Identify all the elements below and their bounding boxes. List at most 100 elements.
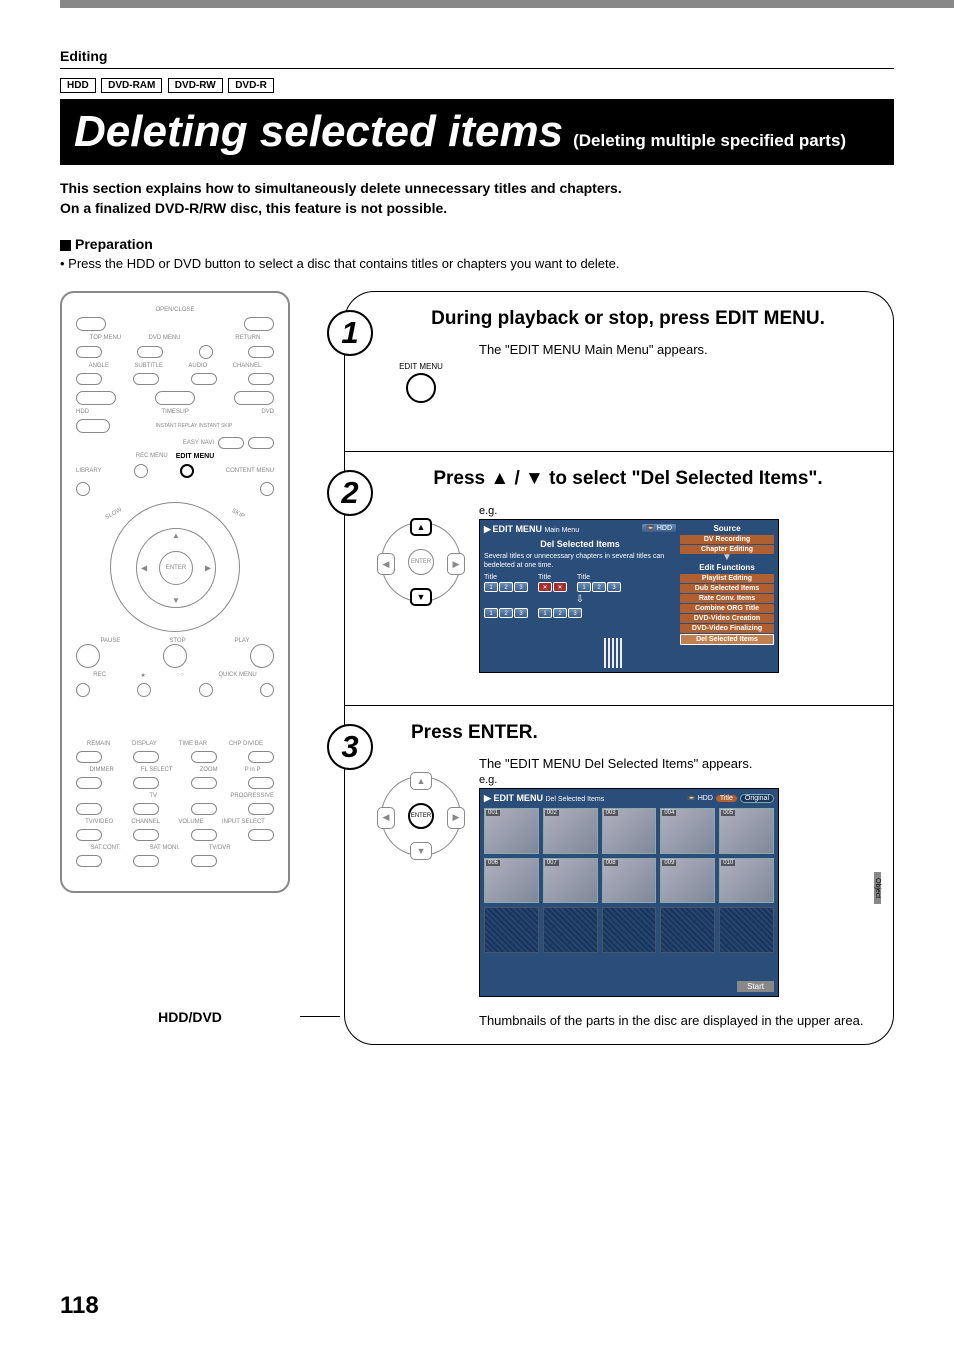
mark-button xyxy=(199,683,213,697)
osd1-sub: Main Menu xyxy=(544,527,579,534)
zoom-label: ZOOM xyxy=(200,767,218,773)
edit-menu-button-illustration: EDIT MENU xyxy=(381,362,461,403)
satcont-button xyxy=(76,855,102,867)
osd1-desc: Several titles or unnecessary chapters i… xyxy=(484,553,676,570)
osd1-arrow-icon: ▼ xyxy=(680,555,774,561)
dpad-right-icon: ▶ xyxy=(447,807,465,829)
open-close-label: OPEN/CLOSE xyxy=(76,307,274,313)
thumbnail: 004 xyxy=(660,808,715,854)
play-button xyxy=(250,644,274,668)
dpad-up-icon: ▲ xyxy=(410,518,432,536)
osd2-title-pill: Title xyxy=(716,795,737,802)
osd1-item: Combine ORG Title xyxy=(680,604,774,613)
osd-chip: 1 xyxy=(484,608,498,618)
down-arrow-icon: ▼ xyxy=(172,596,180,605)
thumbnail: 010 xyxy=(719,858,774,904)
thumbnail: 005 xyxy=(719,808,774,854)
dpad-illustration: ▲ ▼ ◀ ▶ ENTER xyxy=(381,522,461,602)
step-2-number: 2 xyxy=(327,470,373,516)
osd1-item: DV Recording xyxy=(680,535,774,544)
dpad-up-icon: ▲ xyxy=(410,772,432,790)
ch-down-button xyxy=(248,373,274,385)
tvvideo-label: TV/VIDEO xyxy=(85,819,113,825)
audio-label: AUDIO xyxy=(188,363,207,369)
osd1-item: DVD-Video Finalizing xyxy=(680,624,774,633)
tv-vol-down-button xyxy=(191,829,217,841)
osd-chip-del: ✕ xyxy=(553,582,567,592)
content-menu-button xyxy=(260,482,274,496)
play-label: PLAY xyxy=(235,638,250,644)
progressive-button xyxy=(248,803,274,815)
osd-chip: 2 xyxy=(499,608,513,618)
osd1-item-selected: Del Selected Items xyxy=(680,634,774,645)
eg-label-1: e.g. xyxy=(479,505,497,517)
tvdvr-label: TV/DVR xyxy=(209,845,231,851)
osd-chip: 1 xyxy=(484,582,498,592)
edit-menu-button xyxy=(180,464,194,478)
tv-ch-up-button xyxy=(133,803,159,815)
osd-chip-del: ✕ xyxy=(538,582,552,592)
osd1-brand: ▶ EDIT MENU xyxy=(484,524,544,534)
progressive-label: PROGRESSIVE xyxy=(230,793,274,799)
enter-button: ENTER xyxy=(159,551,193,585)
remain-label: REMAIN xyxy=(87,741,110,747)
osd1-source-label: Source xyxy=(680,524,774,533)
step-1-title: During playback or stop, press EDIT MENU… xyxy=(389,308,867,330)
divider xyxy=(60,68,894,69)
timeslip-label: TIMESLIP xyxy=(161,409,188,415)
subtitle-label: SUBTITLE xyxy=(134,363,163,369)
dpad-right-icon: ▶ xyxy=(447,553,465,575)
steps-column: 1 During playback or stop, press EDIT ME… xyxy=(344,291,894,1045)
preparation-text: • Press the HDD or DVD button to select … xyxy=(60,256,894,271)
osd-chip: 3 xyxy=(607,582,621,592)
quick-menu-label: QUICK MENU xyxy=(218,672,256,679)
title-banner: Deleting selected items (Deleting multip… xyxy=(60,99,894,165)
osd-main-menu: ▶ EDIT MENU Main Menu 📼 HDD Del Selected… xyxy=(479,519,779,673)
satcont-label: SAT.CONT. xyxy=(90,845,120,851)
tv-vol-up-button xyxy=(191,803,217,815)
hdd-label: HDD xyxy=(76,409,89,415)
channel-label: CHANNEL xyxy=(233,363,262,369)
tv-ch-down-button xyxy=(133,829,159,841)
subtitle-button xyxy=(133,373,159,385)
thumbnail: 003 xyxy=(602,808,657,854)
badge-hdd: HDD xyxy=(60,78,96,93)
edit-menu-circle-icon xyxy=(406,373,436,403)
chpdivide-label: CHP DIVIDE xyxy=(229,741,263,747)
remote-panel: OPEN/CLOSE TOP MENU DVD MENU RETURN xyxy=(60,291,320,1045)
tvvideo-button xyxy=(76,829,102,841)
dpad-down-icon: ▼ xyxy=(410,842,432,860)
top-menu-button xyxy=(76,346,102,358)
osd1-title-label-3: Title xyxy=(577,574,621,581)
step-3-footer: Thumbnails of the parts in the disc are … xyxy=(479,1013,867,1028)
osd2-original-pill: Original xyxy=(740,794,774,803)
osd2-thumbnail-grid: 001 002 003 004 005 006 007 008 009 01 xyxy=(484,808,774,953)
easy-navi-button xyxy=(76,419,110,433)
thumbnail-empty xyxy=(660,907,715,953)
thumbnail-empty xyxy=(543,907,598,953)
thumbnail: 007 xyxy=(543,858,598,904)
dpad-down-icon: ▼ xyxy=(410,588,432,606)
osd1-item: Rate Conv. Items xyxy=(680,594,774,603)
step-3-desc: The "EDIT MENU Del Selected Items" appea… xyxy=(479,756,867,771)
ch-up-button xyxy=(248,346,274,358)
input-select-button xyxy=(248,829,274,841)
return-label: RETURN xyxy=(235,335,260,341)
dvd-button xyxy=(234,391,274,405)
top-bar xyxy=(60,0,954,8)
dimmer-button xyxy=(76,777,102,789)
badge-dvd-r: DVD-R xyxy=(228,78,274,93)
star-button xyxy=(137,683,151,697)
tv-channel-label: CHANNEL xyxy=(131,819,160,825)
thumbnail: 008 xyxy=(602,858,657,904)
angle-label: ANGLE xyxy=(89,363,109,369)
thumbnail-empty xyxy=(719,907,774,953)
instant-skip-button xyxy=(248,437,274,449)
osd-chip: 2 xyxy=(592,582,606,592)
tv-power-button xyxy=(76,803,102,815)
step-2: 2 Press ▲ / ▼ to select "Del Selected It… xyxy=(344,451,894,705)
dpad-outer: SLOW SKIP ▲ ▼ ◀ ▶ ENTER xyxy=(110,502,240,632)
device-label: HDD/DVD xyxy=(60,1009,320,1025)
right-arrow-icon: ▶ xyxy=(205,564,211,573)
up-arrow-icon: ▲ xyxy=(172,531,180,540)
